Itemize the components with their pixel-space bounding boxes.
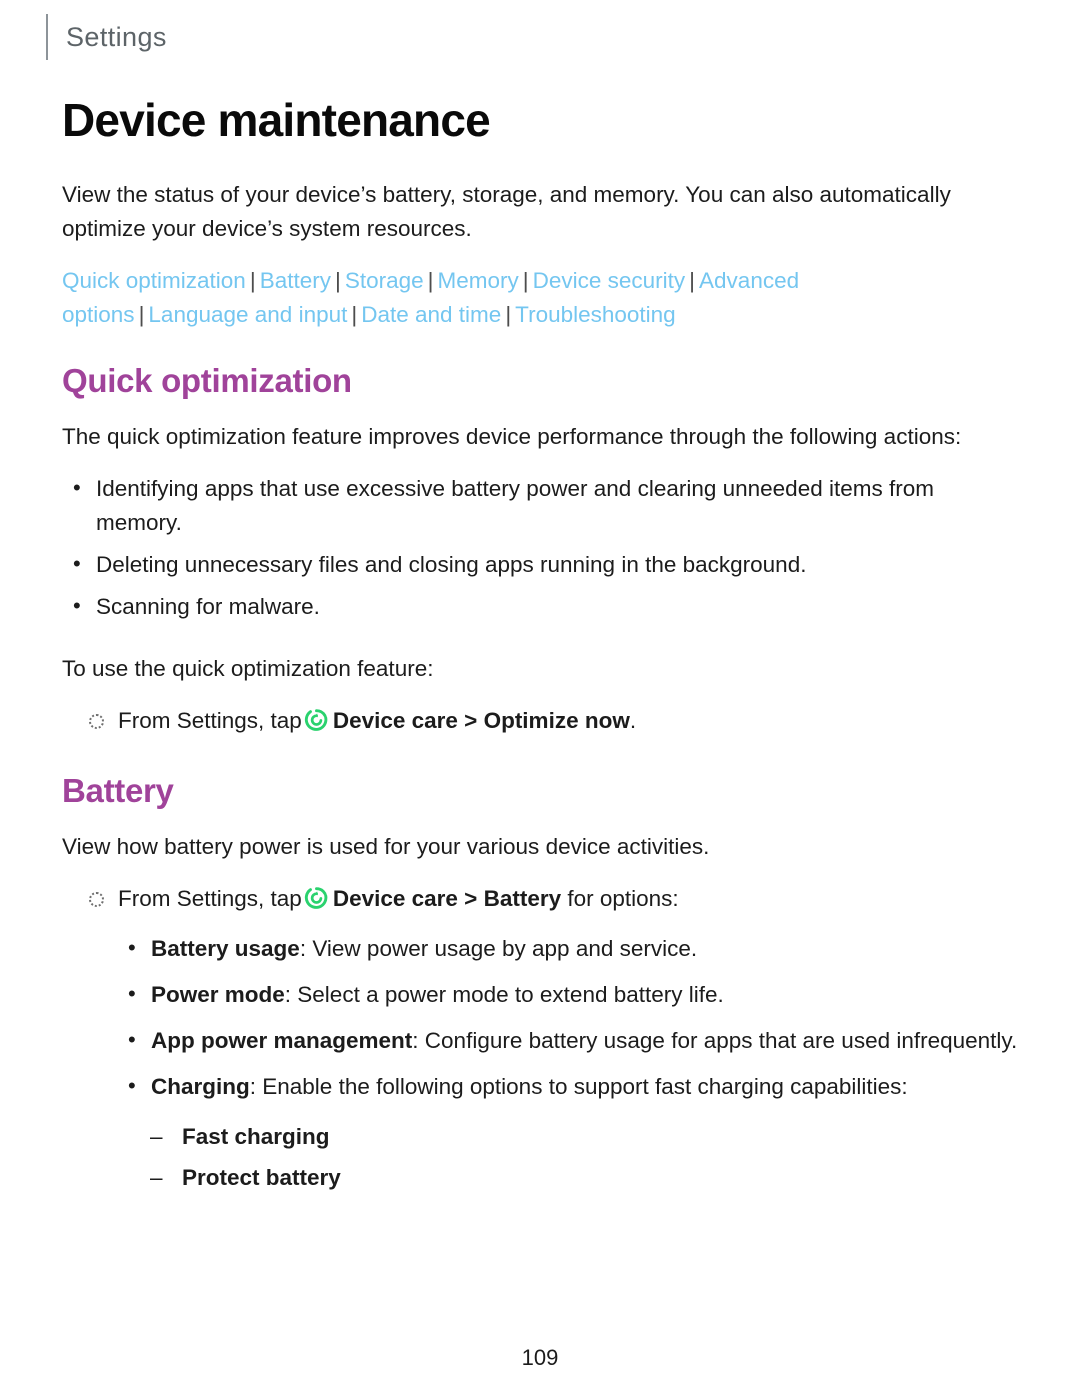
page-intro-paragraph: View the status of your device’s battery… <box>62 181 951 241</box>
xref-separator: | <box>138 301 145 327</box>
option-term: App power management <box>151 1027 413 1053</box>
option-term: Power mode <box>151 981 285 1007</box>
option-term: Battery usage <box>151 935 300 961</box>
xref-link-quick-optimization[interactable]: Quick optimization <box>62 268 246 293</box>
step-marker-icon <box>89 891 104 907</box>
xref-separator: | <box>427 267 434 293</box>
battery-option-list: Battery usage: View power usage by app a… <box>117 931 1022 1104</box>
xref-link-memory[interactable]: Memory <box>438 268 519 293</box>
device-care-icon <box>304 708 329 733</box>
step-suffix-text: for options: <box>561 885 679 911</box>
option-term: Charging <box>151 1073 250 1099</box>
step-path-text: Device care > Battery <box>332 885 562 911</box>
xref-link-date-and-time[interactable]: Date and time <box>361 302 501 327</box>
running-header-title: Settings <box>66 22 167 52</box>
step-prefix-text: From Settings, tap <box>118 707 302 733</box>
list-item: Deleting unnecessary files and closing a… <box>62 547 1022 582</box>
page-title: Device maintenance <box>62 94 491 146</box>
list-item: Battery usage: View power usage by app a… <box>117 931 1022 966</box>
charging-sub-option-list: Fast charging Protect battery <box>150 1116 1022 1198</box>
list-item: Scanning for malware. <box>62 589 1022 624</box>
list-item: Protect battery <box>150 1157 1022 1198</box>
quick-optimization-lead-in: To use the quick optimization feature: <box>62 655 434 681</box>
xref-separator: | <box>505 301 512 327</box>
step-suffix-text: . <box>629 707 637 733</box>
section-heading-quick-optimization: Quick optimization <box>62 361 352 399</box>
list-item: Power mode: Select a power mode to exten… <box>117 977 1022 1012</box>
step-marker-icon <box>89 713 104 729</box>
option-description: : Enable the following options to suppor… <box>249 1073 908 1099</box>
xref-link-troubleshooting[interactable]: Troubleshooting <box>515 302 676 327</box>
xref-separator: | <box>351 301 358 327</box>
xref-link-device-security[interactable]: Device security <box>533 268 686 293</box>
step-item: From Settings, tap Device care > Battery … <box>62 882 1022 916</box>
list-item: Identifying apps that use excessive batt… <box>62 471 1022 540</box>
quick-optimization-steps: From Settings, tap Device care > Optimize… <box>62 704 1022 738</box>
device-care-icon <box>304 886 329 911</box>
xref-separator: | <box>522 267 529 293</box>
battery-steps: From Settings, tap Device care > Battery … <box>62 882 1022 916</box>
step-prefix-text: From Settings, tap <box>118 885 302 911</box>
page-number: 109 <box>521 1345 559 1370</box>
page-content: Device maintenance View the status of yo… <box>62 95 1022 1198</box>
option-description: : View power usage by app and service. <box>299 935 698 961</box>
quick-optimization-intro: The quick optimization feature improves … <box>62 423 962 449</box>
option-description: : Configure battery usage for apps that … <box>412 1027 1018 1053</box>
xref-link-battery[interactable]: Battery <box>260 268 331 293</box>
xref-link-storage[interactable]: Storage <box>345 268 424 293</box>
running-header: Settings <box>46 14 167 60</box>
step-path-text: Device care > Optimize now <box>332 707 630 733</box>
list-item: Fast charging <box>150 1116 1022 1157</box>
section-heading-battery: Battery <box>62 771 174 809</box>
xref-separator: | <box>249 267 256 293</box>
cross-reference-links: Quick optimization | Battery | Storage | Memor… <box>62 264 962 332</box>
header-divider-rule <box>46 14 48 60</box>
battery-intro: View how battery power is used for your … <box>62 833 710 859</box>
step-item: From Settings, tap Device care > Optimize… <box>62 704 1022 738</box>
quick-optimization-action-list: Identifying apps that use excessive batt… <box>62 471 1022 624</box>
list-item: App power management: Configure battery … <box>117 1023 1022 1058</box>
xref-separator: | <box>334 267 341 293</box>
option-description: : Select a power mode to extend battery … <box>284 981 724 1007</box>
xref-separator: | <box>689 267 696 293</box>
xref-link-language-and-input[interactable]: Language and input <box>148 302 347 327</box>
list-item: Charging: Enable the following options t… <box>117 1069 1022 1104</box>
